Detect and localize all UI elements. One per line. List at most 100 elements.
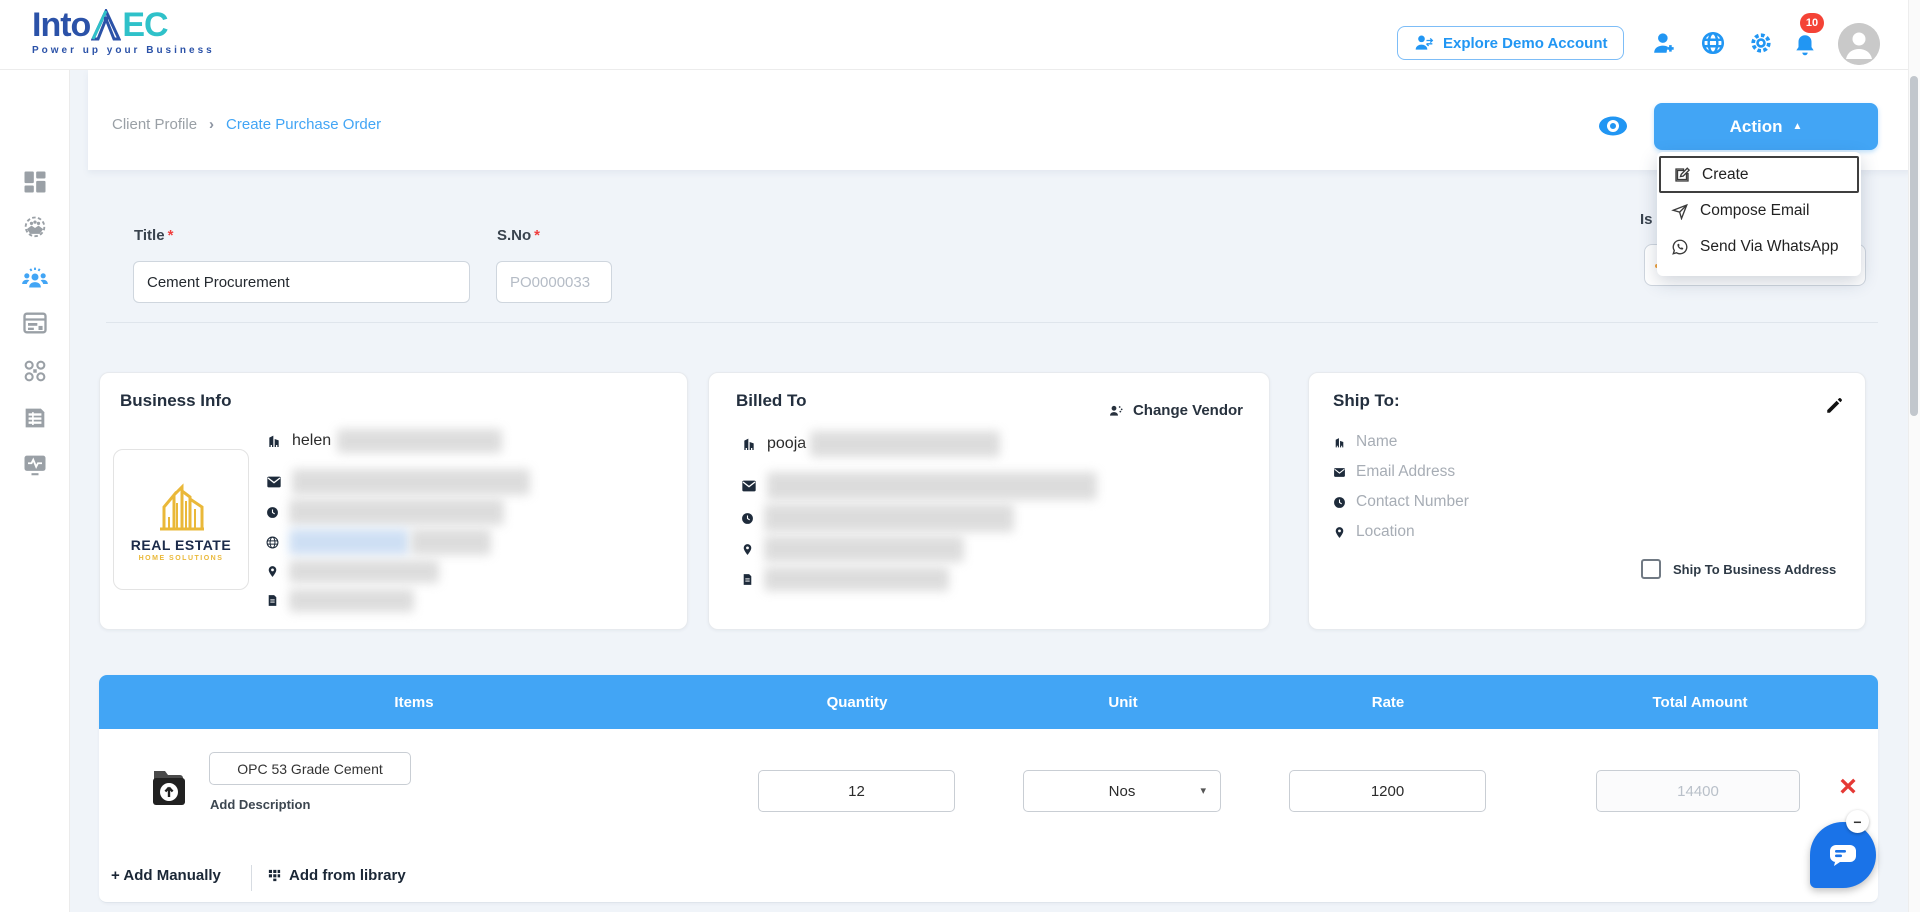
tax-document-icon (266, 594, 279, 607)
upload-folder-icon[interactable] (150, 765, 188, 811)
title-input[interactable] (133, 261, 470, 303)
logo-text-aec: EC (122, 6, 168, 44)
ship-name-placeholder: Name (1356, 433, 1398, 450)
change-vendor-label: Change Vendor (1132, 402, 1243, 419)
email-icon (741, 478, 757, 494)
sidebar-item-network-icon[interactable] (21, 357, 49, 385)
business-info-card: Business Info REAL ESTATE HOME SOLUTIONS… (99, 372, 688, 630)
ship-to-card: Ship To: Name Email Address Contact Numb… (1308, 372, 1866, 630)
ship-contact-placeholder: Contact Number (1356, 493, 1469, 510)
notifications-bell-icon[interactable] (1792, 32, 1818, 58)
location-pin-icon (1333, 526, 1346, 539)
building-icon (1333, 436, 1346, 449)
breadcrumb-parent-link[interactable]: Client Profile (112, 116, 197, 133)
redacted-text (292, 469, 530, 495)
create-edit-icon (1673, 166, 1691, 184)
sidebar-item-reports-icon[interactable] (21, 404, 49, 432)
business-info-heading: Business Info (120, 391, 232, 410)
user-avatar[interactable] (1838, 23, 1880, 65)
column-header-items: Items (394, 693, 434, 711)
ship-name-row: Name (1333, 433, 1397, 451)
ship-contact-row: Contact Number (1333, 493, 1469, 511)
sidebar-item-billing-icon[interactable] (21, 309, 49, 337)
ship-to-business-address-checkbox[interactable] (1641, 559, 1661, 579)
chat-minimize-button[interactable]: − (1846, 810, 1869, 833)
business-email-row (266, 469, 530, 495)
breadcrumb-chevron-icon: › (209, 116, 215, 133)
vendor-location-row (741, 536, 964, 562)
location-pin-icon (741, 543, 754, 556)
menu-item-compose-email-label: Compose Email (1700, 202, 1810, 219)
billed-to-heading: Billed To (736, 391, 807, 410)
logo-roof-icon (91, 9, 122, 43)
business-tax-row (266, 589, 414, 612)
menu-item-compose-email[interactable]: Compose Email (1657, 193, 1861, 229)
ship-email-placeholder: Email Address (1356, 463, 1456, 480)
sidebar-item-activity-icon[interactable] (21, 451, 49, 479)
building-icon (741, 436, 757, 452)
ship-to-heading: Ship To: (1333, 391, 1400, 410)
vendor-tax-row (741, 567, 949, 591)
menu-item-create[interactable]: Create (1659, 156, 1859, 193)
add-user-icon[interactable] (1652, 30, 1678, 56)
top-header: Into EC Power up your Business Explore De… (0, 0, 1920, 70)
action-dropdown-menu: Create Compose Email Send Via WhatsApp (1657, 152, 1861, 276)
column-header-total: Total Amount (1652, 693, 1748, 711)
rate-input[interactable] (1289, 770, 1486, 812)
add-description-link[interactable]: Add Description (210, 797, 310, 812)
business-website-row (266, 529, 491, 555)
column-header-unit: Unit (1108, 693, 1138, 711)
demo-user-icon (1414, 33, 1434, 53)
logo-text-into: Into (32, 6, 91, 44)
billed-to-card: Billed To Change Vendor pooja (708, 372, 1270, 630)
redacted-text (411, 529, 491, 555)
menu-item-create-label: Create (1702, 165, 1749, 183)
redacted-text (764, 536, 964, 562)
add-from-library-label: Add from library (289, 867, 406, 884)
delete-row-icon[interactable]: × (1832, 771, 1864, 803)
app-logo[interactable]: Into EC Power up your Business (32, 7, 252, 63)
page-scrollbar-thumb[interactable] (1910, 76, 1918, 416)
required-asterisk: * (167, 227, 174, 244)
unit-select[interactable]: Nos ▾ (1023, 770, 1221, 812)
preview-eye-icon[interactable] (1598, 112, 1628, 140)
sidebar-item-dashboard-icon[interactable] (21, 168, 49, 196)
redacted-text (289, 560, 439, 583)
redacted-text (810, 431, 1001, 457)
menu-item-send-whatsapp[interactable]: Send Via WhatsApp (1657, 229, 1861, 265)
phone-clock-icon (1333, 496, 1346, 509)
chat-widget-button[interactable] (1810, 822, 1876, 888)
redacted-text (289, 529, 409, 555)
sno-label-text: S.No (497, 227, 532, 244)
language-globe-icon[interactable] (1700, 30, 1726, 56)
redacted-text (767, 472, 1097, 500)
title-field-label: Title * (134, 227, 173, 244)
serial-number-input[interactable] (496, 261, 612, 303)
vendor-phone-row (741, 504, 1014, 532)
library-grid-icon (267, 868, 282, 883)
add-manually-button[interactable]: + Add Manually (111, 867, 221, 884)
edit-pencil-icon[interactable] (1825, 397, 1843, 415)
quantity-input[interactable] (758, 770, 955, 812)
sidebar-item-partners-icon[interactable] (21, 214, 49, 242)
email-icon (266, 474, 282, 490)
add-from-library-button[interactable]: Add from library (267, 867, 406, 884)
business-logo: REAL ESTATE HOME SOLUTIONS (113, 449, 249, 590)
explore-demo-account-button[interactable]: Explore Demo Account (1397, 26, 1625, 60)
change-vendor-icon (1108, 403, 1124, 419)
total-amount-input (1596, 770, 1800, 812)
send-paper-plane-icon (1671, 202, 1689, 220)
action-button[interactable]: Action ▲ (1654, 103, 1878, 150)
email-icon (1333, 466, 1346, 479)
change-vendor-button[interactable]: Change Vendor (1108, 402, 1243, 419)
logo-tagline: Power up your Business (32, 45, 215, 56)
redacted-text (289, 589, 414, 612)
business-location-row (266, 560, 439, 583)
section-divider (106, 322, 1878, 323)
unit-select-value: Nos (1108, 782, 1136, 800)
item-name-chip[interactable]: OPC 53 Grade Cement (209, 752, 411, 785)
sidebar-item-clients-icon[interactable] (21, 263, 49, 291)
explore-demo-account-label: Explore Demo Account (1443, 34, 1608, 52)
settings-gear-icon[interactable] (1748, 30, 1774, 56)
redacted-text (764, 567, 949, 591)
